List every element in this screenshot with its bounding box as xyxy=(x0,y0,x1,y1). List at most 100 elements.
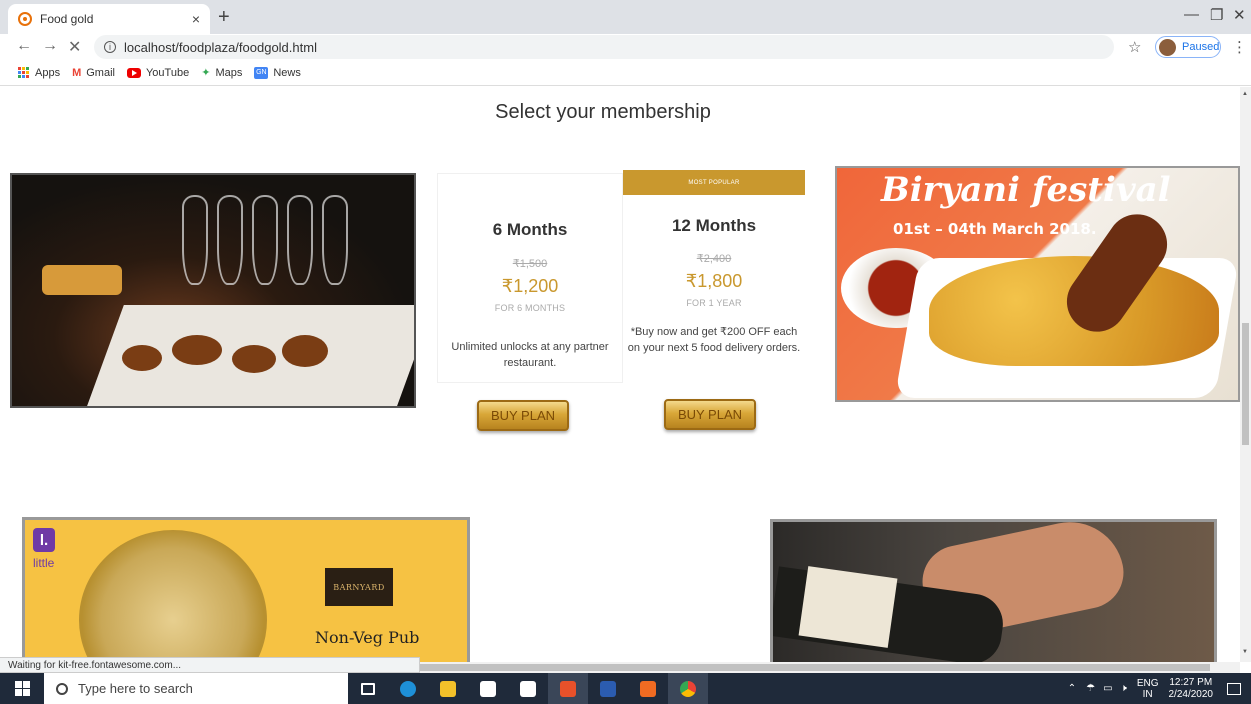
dinner-photo xyxy=(10,173,416,408)
start-button[interactable] xyxy=(0,673,44,704)
notifications-icon[interactable] xyxy=(1227,682,1241,695)
mail-icon xyxy=(520,680,536,697)
store-button[interactable] xyxy=(468,673,508,704)
news-icon: GN xyxy=(254,66,269,79)
bookmarks-bar: Apps M Gmail YouTube ✦ Maps GN News xyxy=(0,60,1251,86)
plan-period: FOR 1 YEAR xyxy=(686,298,742,308)
edge-button[interactable] xyxy=(388,673,428,704)
gmail-icon: M xyxy=(72,66,82,79)
pub-text: Non-Veg Pub xyxy=(315,628,420,647)
wine-glass xyxy=(287,195,313,285)
buy-plan-12-months-button[interactable]: BUY PLAN xyxy=(664,399,756,430)
restore-icon[interactable]: ❐ xyxy=(1210,6,1223,24)
promo-dates: 01st – 04th March 2018. xyxy=(893,220,1097,238)
edge-icon xyxy=(400,680,416,697)
page-viewport: Select your membership 6 Months ₹1,500 ₹… xyxy=(0,87,1240,662)
xampp-button[interactable] xyxy=(628,673,668,704)
bookmark-star-icon[interactable]: ☆ xyxy=(1128,38,1141,56)
task-view-icon xyxy=(361,682,375,695)
network-icon[interactable]: ☂ xyxy=(1086,683,1095,694)
plan-period: FOR 6 MONTHS xyxy=(494,303,566,313)
plan-name: 6 Months xyxy=(492,220,568,239)
file-explorer-button[interactable] xyxy=(428,673,468,704)
minimize-icon[interactable]: — xyxy=(1184,6,1199,23)
word-button[interactable] xyxy=(588,673,628,704)
scroll-up-icon[interactable]: ▲ xyxy=(1242,91,1248,97)
tab-title: Food gold xyxy=(40,12,94,26)
plan-price: ₹1,800 xyxy=(685,271,743,291)
page-title: Select your membership xyxy=(495,101,711,123)
site-info-icon[interactable]: i xyxy=(104,41,116,53)
apps-grid-icon xyxy=(18,66,30,79)
word-icon xyxy=(600,680,616,697)
search-placeholder: Type here to search xyxy=(78,681,193,696)
biryani-festival-banner[interactable]: Biryani festival 01st – 04th March 2018. xyxy=(835,166,1240,402)
back-icon[interactable]: ← xyxy=(16,37,32,55)
bookmark-youtube[interactable]: YouTube xyxy=(126,67,189,79)
wine-glass xyxy=(252,195,278,285)
bottle-label xyxy=(798,566,898,648)
plan-old-price: ₹2,400 xyxy=(696,253,732,265)
biryani-plate xyxy=(79,530,267,662)
maps-icon: ✦ xyxy=(201,67,211,79)
food-piece xyxy=(172,335,222,365)
food-piece xyxy=(122,345,162,371)
horizontal-scroll-thumb[interactable] xyxy=(420,664,1210,671)
url-text: localhost/foodplaza/foodgold.html xyxy=(124,39,317,55)
clock[interactable]: 12:27 PM 2/24/2020 xyxy=(1169,677,1214,701)
bookmark-apps[interactable]: Apps xyxy=(18,66,60,79)
battery-icon[interactable]: ▭ xyxy=(1103,683,1112,694)
browser-tab[interactable]: Food gold × xyxy=(8,4,210,34)
little-brand: little xyxy=(33,556,55,570)
buy-plan-6-months-button[interactable]: BUY PLAN xyxy=(477,400,569,431)
office-button[interactable] xyxy=(548,673,588,704)
address-bar[interactable]: i localhost/foodplaza/foodgold.html xyxy=(94,35,1114,59)
plan-description: Unlimited unlocks at any partner restaur… xyxy=(451,341,609,369)
plan-old-price: ₹1,500 xyxy=(512,258,548,270)
plan-description: *Buy now and get ₹200 OFF each on your n… xyxy=(627,326,801,354)
chrome-button[interactable] xyxy=(668,673,708,704)
wine-pouring-photo xyxy=(770,519,1217,662)
plan-name: 12 Months xyxy=(671,216,757,235)
status-bubble: Waiting for kit-free.fontawesome.com... xyxy=(0,657,420,673)
taskbar-search[interactable]: Type here to search xyxy=(44,673,348,704)
vertical-scrollbar[interactable]: ▲ ▼ xyxy=(1240,87,1251,662)
scroll-down-icon[interactable]: ▼ xyxy=(1242,649,1248,655)
system-tray: ⌃ ☂ ▭ 🕨 ENG IN 12:27 PM 2/24/2020 xyxy=(1068,673,1241,704)
wine-glass xyxy=(182,195,208,285)
close-window-icon[interactable]: ✕ xyxy=(1233,6,1246,24)
stop-loading-icon[interactable]: ✕ xyxy=(68,37,81,57)
avatar xyxy=(1159,38,1176,56)
most-popular-ribbon: MOST POPULAR xyxy=(623,170,805,195)
volume-icon[interactable]: 🕨 xyxy=(1121,683,1127,694)
clock-date: 2/24/2020 xyxy=(1168,688,1214,700)
mail-button[interactable] xyxy=(508,673,548,704)
vertical-scroll-thumb[interactable] xyxy=(1242,323,1249,445)
store-icon xyxy=(480,680,496,697)
forward-icon[interactable]: → xyxy=(42,37,58,55)
taskbar: Type here to search ⌃ ☂ ▭ 🕨 ENG IN 12:27… xyxy=(0,673,1251,704)
site-favicon-icon xyxy=(18,12,32,26)
little-logo: l. xyxy=(33,528,55,552)
little-app-banner[interactable]: l. little BARNYARD Non-Veg Pub xyxy=(22,517,470,662)
show-hidden-icons-icon[interactable]: ⌃ xyxy=(1068,683,1076,694)
bookmark-maps[interactable]: ✦ Maps xyxy=(201,66,242,80)
menu-icon[interactable]: ⋮ xyxy=(1232,38,1247,56)
bookmark-gmail[interactable]: M Gmail xyxy=(72,67,115,79)
folder-icon xyxy=(440,680,456,697)
wine-glass xyxy=(322,195,348,285)
plan-card-12-months: MOST POPULAR 12 Months ₹2,400 ₹1,800 FOR… xyxy=(623,170,805,383)
profile-status: Paused xyxy=(1182,41,1220,53)
profile-button[interactable]: Paused xyxy=(1155,36,1221,58)
xampp-icon xyxy=(640,680,656,697)
wine-glass xyxy=(217,195,243,285)
close-tab-icon[interactable]: × xyxy=(192,11,200,27)
clock-time: 12:27 PM xyxy=(1169,676,1213,688)
input-language[interactable]: ENG IN xyxy=(1137,678,1159,700)
new-tab-button[interactable]: + xyxy=(218,6,230,29)
toolbar: ← → ✕ i localhost/foodplaza/foodgold.htm… xyxy=(0,34,1251,60)
promo-heading: Biryani festival xyxy=(881,170,1171,210)
food-piece xyxy=(232,345,276,373)
bookmark-news[interactable]: GN News xyxy=(254,66,301,79)
task-view-button[interactable] xyxy=(348,673,388,704)
